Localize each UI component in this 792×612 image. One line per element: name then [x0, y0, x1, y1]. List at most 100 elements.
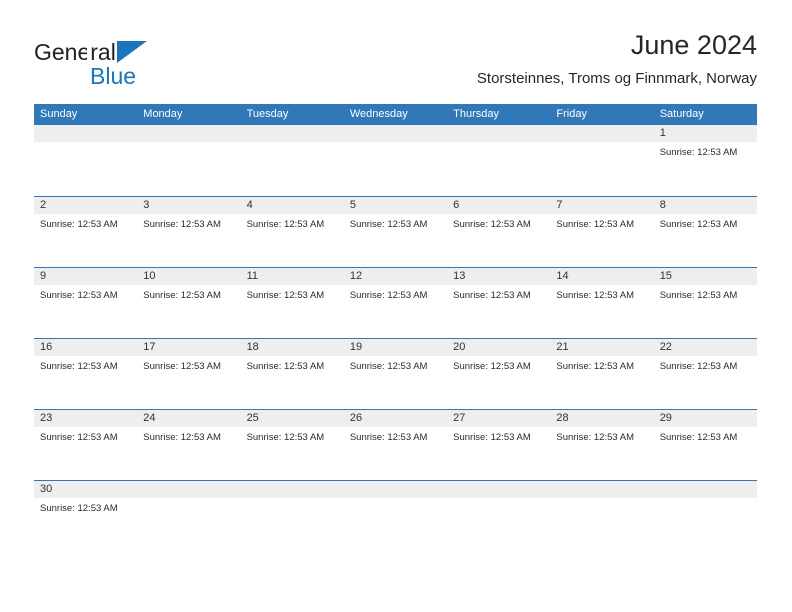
day-cell[interactable]: 11 Sunrise: 12:53 AM: [240, 268, 344, 338]
day-cell[interactable]: [343, 481, 448, 551]
day-cell[interactable]: 4 Sunrise: 12:53 AM: [240, 197, 344, 267]
sunrise-text: [344, 143, 447, 146]
day-cell[interactable]: 14 Sunrise: 12:53 AM: [550, 268, 654, 338]
day-number: 30: [40, 483, 53, 495]
day-number: 1: [659, 127, 666, 139]
day-number: 21: [556, 341, 569, 353]
day-number: 6: [453, 199, 460, 211]
day-cell[interactable]: 12 Sunrise: 12:53 AM: [343, 268, 448, 338]
day-number: 25: [246, 412, 259, 424]
day-number: 16: [40, 341, 53, 353]
week-row: 30 Sunrise: 12:53 AM: [34, 480, 757, 551]
weekday-header-wednesday: Wednesday: [349, 108, 408, 120]
day-number: 3: [143, 199, 150, 211]
day-cell[interactable]: [34, 125, 138, 196]
sunrise-text: Sunrise: 12:53 AM: [40, 290, 118, 301]
day-cell[interactable]: 7 Sunrise: 12:53 AM: [550, 197, 654, 267]
sunrise-text: Sunrise: 12:53 AM: [659, 361, 738, 372]
sunrise-text: Sunrise: 12:53 AM: [246, 219, 325, 230]
day-cell[interactable]: [240, 125, 344, 196]
day-cell[interactable]: [550, 481, 654, 551]
sunrise-text: Sunrise: 12:53 AM: [659, 147, 738, 158]
weekday-header-tuesday: Tuesday: [246, 108, 289, 120]
general-blue-logo[interactable]: General Blue: [34, 38, 234, 94]
day-number: 24: [143, 412, 156, 424]
sunrise-text: Sunrise: 12:53 AM: [556, 290, 635, 301]
day-cell[interactable]: 24 Sunrise: 12:53 AM: [137, 410, 241, 480]
day-cell[interactable]: 19 Sunrise: 12:53 AM: [343, 339, 448, 409]
sunrise-text: [34, 143, 137, 146]
day-cell[interactable]: [240, 481, 344, 551]
page-header: General Blue June 2024 Storsteinnes, Tro…: [34, 28, 757, 96]
day-cell[interactable]: 6 Sunrise: 12:53 AM: [447, 197, 551, 267]
day-cell[interactable]: 10 Sunrise: 12:53 AM: [137, 268, 241, 338]
sunrise-text: Sunrise: 12:53 AM: [556, 361, 635, 372]
day-number: 13: [453, 270, 466, 282]
day-cell[interactable]: 1 Sunrise: 12:53 AM: [653, 125, 757, 196]
day-number: 10: [143, 270, 156, 282]
day-number: 7: [556, 199, 563, 211]
logo-bottom-row: Blue: [34, 39, 234, 90]
day-cell[interactable]: 28 Sunrise: 12:53 AM: [550, 410, 654, 480]
week-row: 16 Sunrise: 12:53 AM 17 Sunrise: 12:53 AM …: [34, 338, 757, 409]
day-cell[interactable]: 9 Sunrise: 12:53 AM: [34, 268, 138, 338]
sunrise-text: Sunrise: 12:53 AM: [40, 219, 118, 230]
day-number: 19: [349, 341, 363, 353]
weekday-header-saturday: Saturday: [659, 108, 704, 120]
day-cell[interactable]: 16 Sunrise: 12:53 AM: [34, 339, 138, 409]
day-number: 5: [349, 199, 356, 211]
day-cell[interactable]: [343, 125, 448, 196]
day-cell[interactable]: 21 Sunrise: 12:53 AM: [550, 339, 654, 409]
sunrise-text: Sunrise: 12:53 AM: [349, 361, 428, 372]
weekday-header-friday: Friday: [556, 108, 587, 120]
logo-top-row: General: [34, 38, 234, 65]
week-row: 9 Sunrise: 12:53 AM 10 Sunrise: 12:53 AM 1…: [34, 267, 757, 338]
logo-divider: [87, 39, 90, 85]
day-number: 14: [556, 270, 569, 282]
day-cell[interactable]: 25 Sunrise: 12:53 AM: [240, 410, 344, 480]
sunrise-text: Sunrise: 12:53 AM: [143, 290, 221, 301]
day-number: 17: [143, 341, 156, 353]
sunrise-text: [447, 499, 550, 502]
sunrise-text: [137, 143, 240, 146]
day-cell[interactable]: 26 Sunrise: 12:53 AM: [343, 410, 448, 480]
weekday-header-sunday: Sunday: [40, 108, 78, 120]
sunrise-text: Sunrise: 12:53 AM: [659, 290, 738, 301]
page-subtitle: Storsteinnes, Troms og Finnmark, Norway: [476, 70, 757, 87]
weekday-header-row: Sunday Monday Tuesday Wednesday Thursday…: [34, 104, 757, 125]
sunrise-text: [550, 143, 653, 146]
day-cell[interactable]: 22 Sunrise: 12:53 AM: [653, 339, 757, 409]
day-cell[interactable]: [447, 125, 551, 196]
blue-triangle-flag-icon: [116, 41, 147, 63]
day-cell[interactable]: [137, 125, 241, 196]
day-cell[interactable]: 27 Sunrise: 12:53 AM: [447, 410, 551, 480]
day-cell[interactable]: 5 Sunrise: 12:53 AM: [343, 197, 448, 267]
day-cell[interactable]: 30 Sunrise: 12:53 AM: [34, 481, 138, 551]
title-block: June 2024 Storsteinnes, Troms og Finnmar…: [477, 28, 757, 90]
day-cell[interactable]: [653, 481, 757, 551]
day-cell[interactable]: 18 Sunrise: 12:53 AM: [240, 339, 344, 409]
day-cell[interactable]: 2 Sunrise: 12:53 AM: [34, 197, 138, 267]
day-cell[interactable]: [447, 481, 551, 551]
day-number: 18: [246, 341, 259, 353]
day-cell[interactable]: [550, 125, 654, 196]
day-cell[interactable]: 29 Sunrise: 12:53 AM: [653, 410, 757, 480]
sunrise-text: Sunrise: 12:53 AM: [246, 432, 325, 443]
sunrise-text: Sunrise: 12:53 AM: [453, 432, 531, 443]
sunrise-text: Sunrise: 12:53 AM: [349, 432, 428, 443]
day-cell[interactable]: 23 Sunrise: 12:53 AM: [34, 410, 138, 480]
day-cell[interactable]: 20 Sunrise: 12:53 AM: [447, 339, 551, 409]
day-cell[interactable]: 17 Sunrise: 12:53 AM: [137, 339, 241, 409]
sunrise-text: Sunrise: 12:53 AM: [659, 219, 738, 230]
day-cell[interactable]: [137, 481, 241, 551]
week-row: 23 Sunrise: 12:53 AM 24 Sunrise: 12:53 AM …: [34, 409, 757, 480]
day-cell[interactable]: 8 Sunrise: 12:53 AM: [653, 197, 757, 267]
sunrise-text: Sunrise: 12:53 AM: [40, 361, 118, 372]
day-number: 23: [40, 412, 53, 424]
day-number: 20: [453, 341, 466, 353]
sunrise-text: [654, 499, 757, 502]
sunrise-text: Sunrise: 12:53 AM: [453, 361, 531, 372]
day-cell[interactable]: 3 Sunrise: 12:53 AM: [137, 197, 241, 267]
day-cell[interactable]: 15 Sunrise: 12:53 AM: [653, 268, 757, 338]
day-cell[interactable]: 13 Sunrise: 12:53 AM: [447, 268, 551, 338]
